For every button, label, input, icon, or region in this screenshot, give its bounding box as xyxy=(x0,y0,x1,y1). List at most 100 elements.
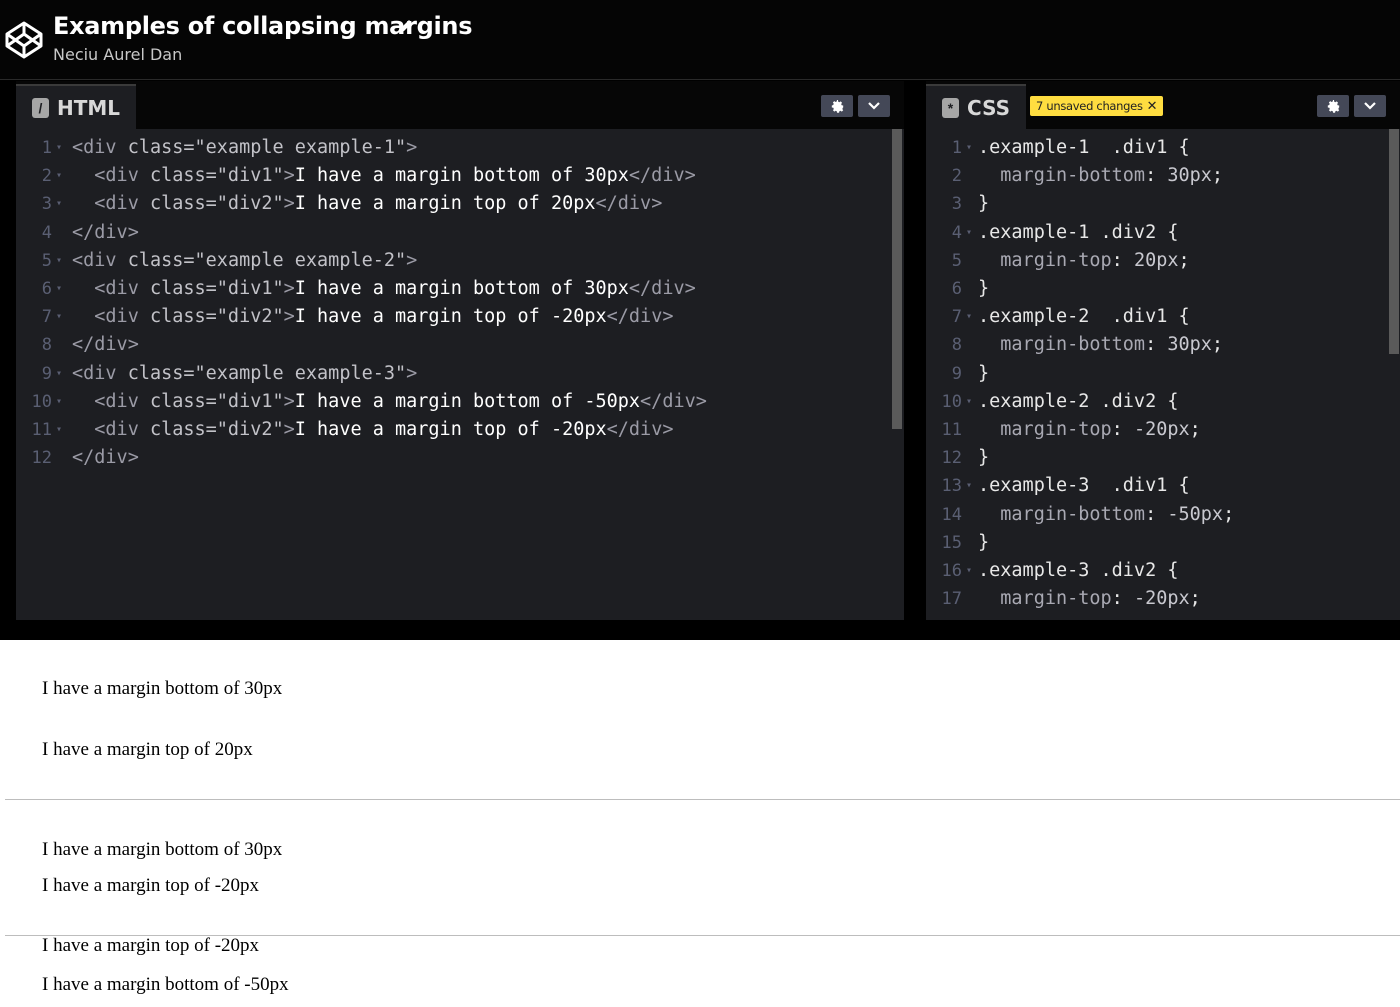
code-token: </div> xyxy=(72,221,139,243)
line-number: 1 xyxy=(41,138,52,158)
fold-arrow-icon[interactable]: ▾ xyxy=(52,388,66,416)
code-line[interactable]: 8 </div> xyxy=(16,331,139,359)
code-token: .example-1 .div2 { xyxy=(978,221,1179,243)
code-line[interactable]: 16 ▾ .example-3 .div2 { xyxy=(926,557,1179,585)
html-tab[interactable]: / HTML xyxy=(16,84,136,129)
line-number: 12 xyxy=(941,448,962,469)
code-token: > xyxy=(283,419,295,440)
code-line[interactable]: 11 margin-top: -20px; xyxy=(926,416,1201,444)
line-number: 3 xyxy=(41,194,52,215)
code-line[interactable]: 1 ▾ <div class="example example-1"> xyxy=(16,134,418,162)
codepen-logo-icon[interactable] xyxy=(4,20,44,60)
code-token: class= xyxy=(149,419,217,440)
fold-arrow-icon[interactable]: ▾ xyxy=(52,190,66,218)
code-token: margin-top xyxy=(978,419,1112,440)
line-number: 5 xyxy=(41,250,52,271)
fold-arrow-icon[interactable]: ▾ xyxy=(962,388,976,416)
css-editor-pane: * CSS 7 unsaved changes ✕ 1 ▾ .example-1 .… xyxy=(926,81,1400,620)
code-token: ; xyxy=(1189,419,1201,440)
line-number: 8 xyxy=(41,335,52,356)
code-token: "div2" xyxy=(216,306,284,328)
code-token: I have a margin top of -20px xyxy=(294,306,607,328)
line-number: 9 xyxy=(951,363,962,384)
code-token: class= xyxy=(127,249,195,271)
author-name[interactable]: Neciu Aurel Dan xyxy=(53,45,182,64)
code-token: : xyxy=(1111,419,1134,440)
css-tab[interactable]: * CSS xyxy=(926,84,1026,129)
edit-title-pencil-icon[interactable] xyxy=(396,16,416,36)
css-scrollbar[interactable] xyxy=(1389,129,1399,354)
code-line[interactable]: 11 ▾ <div class="div2">I have a margin to… xyxy=(16,416,674,444)
code-line[interactable]: 9} xyxy=(926,360,989,388)
code-line[interactable]: 8 margin-bottom: 30px; xyxy=(926,331,1223,359)
code-line[interactable]: 10 ▾ <div class="div1">I have a margin bo… xyxy=(16,388,707,416)
fold-arrow-icon[interactable]: ▾ xyxy=(962,134,976,162)
fold-arrow-icon[interactable]: ▾ xyxy=(52,275,66,303)
chevron-down-icon xyxy=(868,102,880,110)
html-editor-pane: / HTML 1 ▾ <div class="example example-1">… xyxy=(16,81,904,620)
code-line[interactable]: 5 ▾ <div class="example example-2"> xyxy=(16,247,418,275)
code-token: margin-top xyxy=(978,588,1112,610)
html-pane-header: / HTML xyxy=(16,81,904,129)
code-token: <div xyxy=(72,249,128,271)
fold-arrow-icon[interactable]: ▾ xyxy=(52,360,66,388)
dismiss-close-icon[interactable]: ✕ xyxy=(1147,99,1158,114)
code-line[interactable]: 2 ▾ <div class="div1">I have a margin bot… xyxy=(16,162,696,190)
code-line[interactable]: 3} xyxy=(926,190,989,218)
code-line[interactable]: 6} xyxy=(926,275,989,303)
line-number: 16 xyxy=(941,561,962,581)
code-line[interactable]: 9 ▾ <div class="example example-3"> xyxy=(16,360,418,388)
line-number: 8 xyxy=(951,335,962,356)
css-settings-button[interactable] xyxy=(1317,95,1349,117)
line-number: 12 xyxy=(31,448,52,469)
html-settings-button[interactable] xyxy=(821,95,853,117)
code-line[interactable]: 4 </div> xyxy=(16,219,139,247)
code-line[interactable]: 6 ▾ <div class="div1">I have a margin bot… xyxy=(16,275,696,303)
code-token: ; xyxy=(1223,503,1235,525)
code-line[interactable]: 13 ▾ .example-3 .div1 { xyxy=(926,472,1190,500)
code-line[interactable]: 10 ▾ .example-2 .div2 { xyxy=(926,388,1179,416)
code-line[interactable]: 4 ▾ .example-1 .div2 { xyxy=(926,219,1179,247)
code-line[interactable]: 14 margin-bottom: -50px; xyxy=(926,501,1235,529)
line-number: 11 xyxy=(941,420,962,440)
line-number: 4 xyxy=(41,222,52,243)
code-line[interactable]: 7 ▾ .example-2 .div1 { xyxy=(926,303,1190,331)
fold-arrow-icon[interactable]: ▾ xyxy=(962,219,976,247)
code-line[interactable]: 12} xyxy=(926,444,990,472)
unsaved-changes-badge[interactable]: 7 unsaved changes ✕ xyxy=(1030,96,1164,116)
top-bar: Examples of collapsing margins Neciu Aur… xyxy=(0,0,1400,80)
fold-arrow-icon[interactable]: ▾ xyxy=(962,557,976,585)
html-code-editor[interactable]: 1 ▾ <div class="example example-1"> 2 ▾ <div… xyxy=(16,129,904,620)
fold-arrow-icon[interactable]: ▾ xyxy=(52,162,66,190)
css-code-editor[interactable]: 1 ▾ .example-1 .div1 {2 margin-bottom: 30p… xyxy=(926,129,1400,620)
code-line[interactable]: 12 </div> xyxy=(16,444,139,472)
fold-arrow-icon[interactable]: ▾ xyxy=(962,303,976,331)
code-line[interactable]: 3 ▾ <div class="div2">I have a margin top… xyxy=(16,190,663,218)
unsaved-changes-label: 7 unsaved changes xyxy=(1036,99,1143,113)
fold-arrow-icon[interactable]: ▾ xyxy=(962,472,976,500)
fold-arrow-icon[interactable]: ▾ xyxy=(52,416,66,444)
code-line[interactable]: 5 margin-top: 20px; xyxy=(926,247,1190,275)
css-pane-header: * CSS 7 unsaved changes ✕ xyxy=(926,81,1400,129)
example3-div2-text: I have a margin top of -20px xyxy=(42,935,260,956)
css-collapse-button[interactable] xyxy=(1354,95,1386,117)
code-token: </div> xyxy=(606,419,674,440)
code-line[interactable]: 7 ▾ <div class="div2">I have a margin top… xyxy=(16,303,674,331)
html-scrollbar[interactable] xyxy=(892,129,902,429)
code-line[interactable]: 1 ▾ .example-1 .div1 { xyxy=(926,134,1190,162)
code-token: "example example-2" xyxy=(194,249,407,271)
example2-div2-text: I have a margin top of -20px xyxy=(42,875,260,896)
code-line[interactable]: 15} xyxy=(926,529,990,557)
code-token: <div xyxy=(72,390,150,412)
fold-arrow-icon[interactable]: ▾ xyxy=(52,303,66,331)
fold-arrow-icon[interactable]: ▾ xyxy=(52,134,66,162)
code-token: </div> xyxy=(72,447,139,469)
line-number: 5 xyxy=(951,250,962,271)
gear-icon xyxy=(1327,99,1339,113)
code-token: <div xyxy=(72,278,150,299)
fold-arrow-icon[interactable]: ▾ xyxy=(52,247,66,275)
code-line[interactable]: 17 margin-top: -20px; xyxy=(926,585,1201,613)
html-collapse-button[interactable] xyxy=(858,95,890,117)
code-line[interactable]: 2 margin-bottom: 30px; xyxy=(926,162,1223,190)
html-slash-icon: / xyxy=(32,97,49,118)
